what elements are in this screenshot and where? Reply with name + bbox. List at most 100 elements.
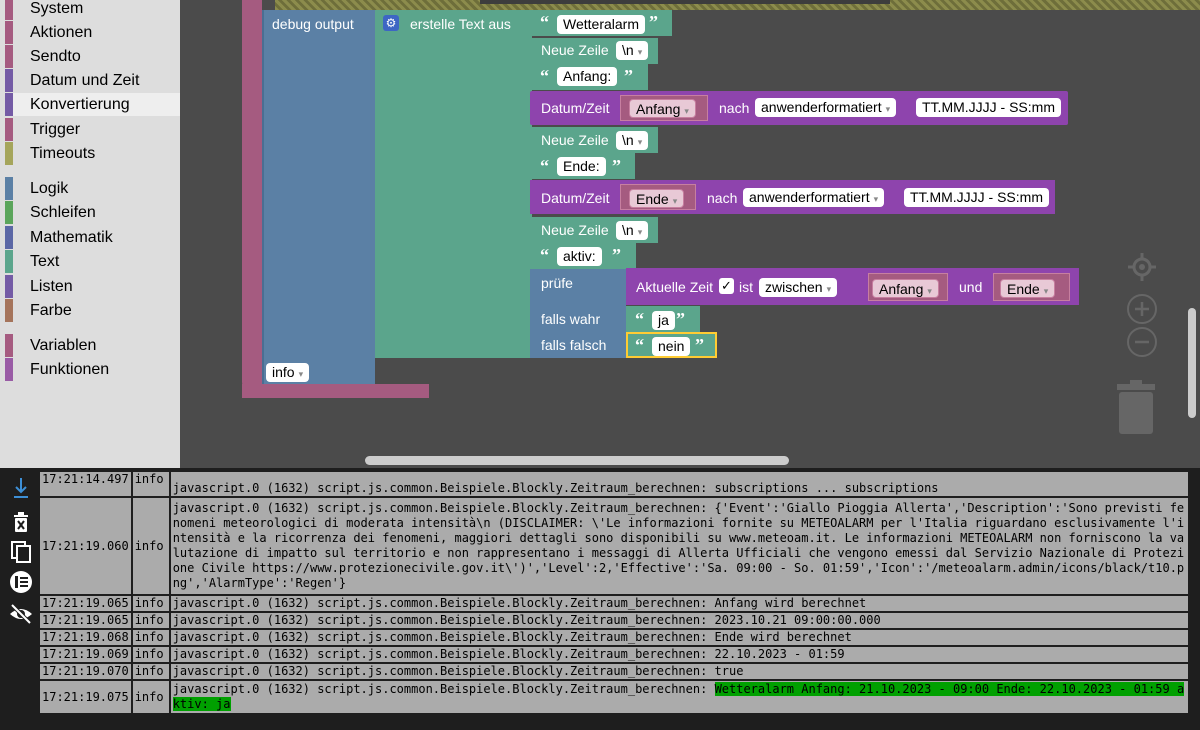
datum-zeit-label: Datum/Zeit (541, 100, 610, 116)
event-block-left-arm[interactable] (242, 0, 262, 398)
category-color-swatch (5, 226, 13, 249)
variable-dropdown-anfang-2[interactable]: Anfang ▾ (872, 279, 939, 298)
toolbox-category-listen[interactable]: Listen (5, 275, 180, 298)
toolbox-category-konvertierung[interactable]: Konvertierung (5, 93, 180, 116)
log-message: javascript.0 (1632) script.js.common.Bei… (168, 611, 1191, 630)
log-row[interactable]: 17:21:19.065 info javascript.0 (1632) sc… (38, 594, 1191, 613)
toolbox-category-aktionen[interactable]: Aktionen (5, 21, 180, 44)
category-label: Timeouts (30, 145, 96, 162)
format-string-field-2[interactable]: TT.MM.JJJJ - SS:mm (904, 188, 1049, 207)
hide-eye-icon[interactable] (9, 602, 33, 626)
log-row[interactable]: 17:21:19.065 info javascript.0 (1632) sc… (38, 611, 1191, 630)
log-severity: info (130, 662, 171, 681)
variable-dropdown-ende[interactable]: Ende ▾ (629, 189, 685, 208)
format-dropdown-2[interactable]: anwenderformatiert ▾ (743, 188, 885, 207)
toolbox-category-trigger[interactable]: Trigger (5, 118, 180, 141)
log-row[interactable]: 17:21:19.070 info javascript.0 (1632) sc… (38, 662, 1191, 681)
dropdown-arrow-icon: ▾ (1043, 286, 1049, 296)
zoom-in-icon[interactable] (1126, 293, 1158, 325)
toolbox-category-mathematik[interactable]: Mathematik (5, 226, 180, 249)
nach-label: nach (707, 190, 738, 206)
log-row[interactable]: 17:21:14.497 info javascript.0 (1632) sc… (38, 470, 1191, 498)
dropdown-value: Ende (636, 191, 669, 207)
format-dropdown-1[interactable]: anwenderformatiert ▾ (755, 98, 897, 117)
text-field-nein[interactable]: nein (652, 337, 691, 356)
text-field-aktiv[interactable]: aktiv: (557, 247, 602, 266)
log-panel: 17:21:14.497 info javascript.0 (1632) sc… (0, 470, 1200, 730)
toolbox-category-datum-und-zeit[interactable]: Datum und Zeit (5, 69, 180, 92)
workspace-horizontal-scrollbar[interactable] (365, 456, 789, 465)
log-message: javascript.0 (1632) script.js.common.Bei… (168, 679, 1191, 715)
zoom-out-icon[interactable] (1126, 326, 1158, 358)
blockly-workspace[interactable]: debug output info ▾ ⚙ erstelle Text aus “… (180, 0, 1200, 468)
close-quote-icon: ” (649, 12, 658, 32)
format-string-field-1[interactable]: TT.MM.JJJJ - SS:mm (916, 98, 1061, 117)
toolbox-category-sendto[interactable]: Sendto (5, 45, 180, 68)
toolbox-category-variablen[interactable]: Variablen (5, 334, 180, 357)
dropdown-arrow-icon: ▾ (684, 106, 689, 116)
variable-dropdown-ende-2[interactable]: Ende ▾ (1000, 279, 1056, 298)
falls-wahr-label: falls wahr (541, 311, 601, 327)
category-label: Trigger (30, 121, 81, 138)
text-field-wetteralarm[interactable]: Wetteralarm (557, 15, 645, 34)
newline-label: Neue Zeile (541, 42, 609, 58)
log-row[interactable]: 17:21:19.069 info javascript.0 (1632) sc… (38, 645, 1191, 664)
toolbox-category-text[interactable]: Text (5, 250, 180, 273)
toolbox-category-funktionen[interactable]: Funktionen (5, 358, 180, 381)
newline-label: Neue Zeile (541, 132, 609, 148)
compare-mode-dropdown[interactable]: zwischen ▾ (759, 278, 838, 297)
text-join-block[interactable] (375, 10, 532, 358)
dropdown-arrow-icon: ▾ (637, 227, 643, 237)
debug-output-block[interactable] (262, 10, 375, 384)
dropdown-arrow-icon: ▾ (826, 284, 832, 294)
mutator-gear-icon[interactable]: ⚙ (383, 15, 399, 31)
log-severity: info (130, 645, 171, 664)
text-field-ende[interactable]: Ende: (557, 157, 606, 176)
text-field-ja[interactable]: ja (652, 311, 675, 330)
dropdown-value: Ende (1007, 281, 1040, 297)
log-row[interactable]: 17:21:19.060 info javascript.0 (1632) sc… (38, 496, 1191, 596)
workspace-vertical-scrollbar[interactable] (1188, 308, 1196, 418)
open-quote-icon: “ (540, 245, 549, 265)
log-severity: info (130, 628, 171, 647)
dropdown-value: anwenderformatiert (761, 99, 882, 115)
newline-dropdown-3[interactable]: \n ▾ (616, 221, 649, 240)
log-message: javascript.0 (1632) script.js.common.Bei… (168, 594, 1191, 613)
recenter-icon[interactable] (1128, 253, 1156, 281)
debug-level-dropdown[interactable]: info ▾ (266, 363, 310, 382)
log-severity: info (130, 594, 171, 613)
category-label: Aktionen (30, 24, 93, 41)
toolbox-category-farbe[interactable]: Farbe (5, 299, 180, 322)
log-time: 17:21:19.070 (38, 662, 133, 681)
open-quote-icon: “ (540, 12, 549, 32)
category-label: Mathematik (30, 229, 113, 246)
newline-dropdown-2[interactable]: \n ▾ (616, 131, 649, 150)
scroll-to-bottom-icon[interactable] (9, 476, 33, 500)
text-field-anfang[interactable]: Anfang: (557, 67, 618, 86)
dropdown-value: anwenderformatiert (749, 189, 870, 205)
log-toolbar (5, 470, 35, 720)
toolbox-category-logik[interactable]: Logik (5, 177, 180, 200)
wrap-text-icon[interactable] (9, 570, 33, 594)
toolbox-category-system[interactable]: System (5, 0, 180, 20)
event-block-bottom-arm[interactable] (242, 384, 429, 398)
log-row[interactable]: 17:21:19.068 info javascript.0 (1632) sc… (38, 628, 1191, 647)
category-color-swatch (5, 142, 13, 165)
checkbox-checked-icon[interactable]: ✓ (719, 278, 734, 294)
dropdown-value: \n (622, 132, 634, 148)
variable-dropdown-anfang[interactable]: Anfang ▾ (629, 99, 696, 118)
toolbox-category-schleifen[interactable]: Schleifen (5, 201, 180, 224)
log-time: 17:21:19.060 (38, 496, 133, 596)
log-message-text: javascript.0 (1632) script.js.common.Bei… (172, 481, 939, 495)
copy-icon[interactable] (9, 540, 33, 564)
newline-dropdown-1[interactable]: \n ▾ (616, 41, 649, 60)
category-color-swatch (5, 358, 13, 381)
clear-log-icon[interactable] (9, 510, 33, 534)
category-color-swatch (5, 201, 13, 224)
category-label: Logik (30, 180, 69, 197)
log-row-highlighted[interactable]: 17:21:19.075 info javascript.0 (1632) sc… (38, 679, 1191, 715)
toolbox-category-timeouts[interactable]: Timeouts (5, 142, 180, 165)
text-join-label: erstelle Text aus (410, 16, 511, 32)
trash-icon[interactable] (1115, 378, 1157, 436)
category-color-swatch (5, 21, 13, 44)
